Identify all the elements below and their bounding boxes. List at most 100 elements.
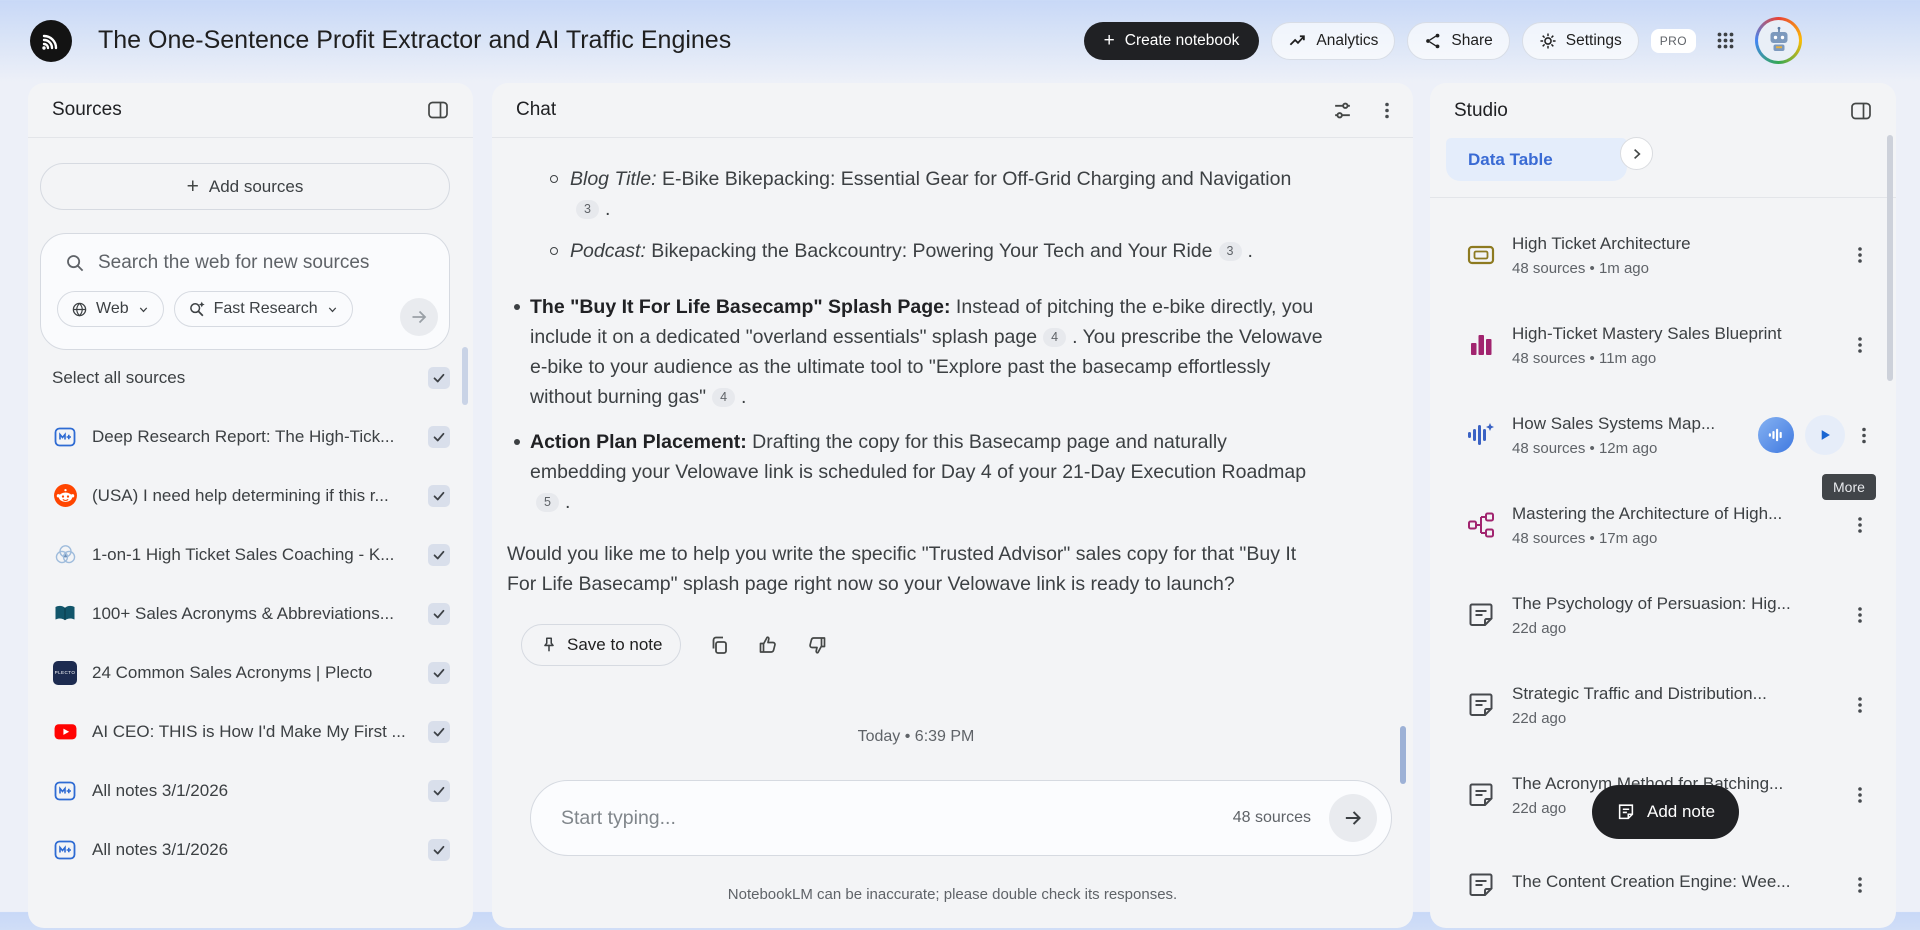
source-checkbox[interactable] [428,662,450,684]
flashcards-icon [1466,240,1496,270]
notebook-title[interactable]: The One-Sentence Profit Extractor and AI… [98,26,731,55]
row-menu-icon[interactable] [1856,423,1872,448]
source-checkbox[interactable] [428,780,450,802]
citation-badge[interactable]: 4 [1043,328,1066,347]
citation-badge[interactable]: 5 [536,493,559,512]
chat-bullet: Action Plan Placement: Drafting the copy… [530,427,1325,517]
note-icon [1466,690,1496,720]
chat-sub-bullet-list: Blog Title: E-Bike Bikepacking: Essentia… [570,164,1325,266]
search-input[interactable]: Search the web for new sources [57,249,437,277]
studio-row-hovered[interactable]: How Sales Systems Map...48 sources • 12m… [1430,390,1896,480]
disclaimer-text: NotebookLM can be inaccurate; please dou… [492,886,1413,903]
artifact-title: The Psychology of Persuasion: Hig... [1512,594,1826,614]
source-checkbox[interactable] [428,721,450,743]
web-filter-chip[interactable]: Web [57,291,164,327]
chat-closing-question: Would you like me to help you write the … [507,539,1325,599]
source-row[interactable]: All notes 3/1/2026 [28,761,473,820]
chat-scrollbar[interactable] [1400,726,1406,784]
notebooklm-note-icon [52,837,78,863]
row-menu-icon[interactable] [1852,333,1868,358]
research-mode-chip[interactable]: Fast Research [174,291,353,327]
add-sources-button[interactable]: + Add sources [40,163,450,210]
plus-icon: + [1104,31,1115,50]
chat-input-placeholder: Start typing... [561,807,1233,830]
interactive-audio-icon[interactable] [1758,417,1794,453]
copy-icon[interactable] [708,634,730,656]
studio-row[interactable]: High Ticket Architecture48 sources • 1m … [1430,210,1896,300]
thumbs-down-icon[interactable] [806,634,828,656]
source-row[interactable]: AI CEO: THIS is How I'd Make My First ..… [28,702,473,761]
source-checkbox[interactable] [428,544,450,566]
thumbs-up-icon[interactable] [757,634,779,656]
chat-bullet-list: The "Buy It For Life Basecamp" Splash Pa… [530,292,1325,517]
row-menu-icon[interactable] [1852,783,1868,808]
row-menu-icon[interactable] [1852,243,1868,268]
studio-row[interactable]: High-Ticket Mastery Sales Blueprint48 so… [1430,300,1896,390]
save-to-note-button[interactable]: Save to note [521,624,681,666]
plus-icon: + [187,175,199,199]
source-checkbox[interactable] [428,603,450,625]
tune-icon[interactable] [1328,96,1357,125]
source-row[interactable]: (USA) I need help determining if this r.… [28,466,473,525]
date-divider: Today • 6:39 PM [507,722,1325,752]
citation-badge[interactable]: 3 [576,200,599,219]
studio-panel: Studio Data Table High Ticket Architectu… [1430,83,1896,928]
row-menu-icon[interactable] [1852,693,1868,718]
source-row[interactable]: PLECTO 24 Common Sales Acronyms | Plecto [28,643,473,702]
chat-message: Blog Title: E-Bike Bikepacking: Essentia… [507,139,1325,752]
source-row[interactable]: 1-on-1 High Ticket Sales Coaching - K... [28,525,473,584]
settings-button[interactable]: Settings [1522,22,1639,60]
audio-waveform-icon [1466,420,1496,450]
share-button[interactable]: Share [1407,22,1509,60]
apps-grid-icon[interactable] [1716,31,1735,50]
notebooklm-logo-icon[interactable] [30,20,72,62]
studio-row[interactable]: The Content Creation Engine: Wee... [1430,840,1896,930]
source-row[interactable]: 100+ Sales Acronyms & Abbreviations... [28,584,473,643]
studio-row[interactable]: The Psychology of Persuasion: Hig...22d … [1430,570,1896,660]
artifact-meta: 22d ago [1512,710,1826,727]
avatar[interactable] [1755,17,1802,64]
artifact-meta: 48 sources • 1m ago [1512,260,1826,277]
source-checkbox[interactable] [428,839,450,861]
add-note-button[interactable]: Add note [1592,785,1739,839]
create-notebook-button[interactable]: + Create notebook [1084,22,1260,60]
studio-scrollbar[interactable] [1887,135,1893,381]
row-menu-icon[interactable] [1852,603,1868,628]
chevron-down-icon [326,303,339,316]
sources-scrollbar[interactable] [462,347,468,405]
citation-badge[interactable]: 3 [1219,242,1242,261]
source-row[interactable]: Deep Research Report: The High-Tick... [28,407,473,466]
chat-input[interactable]: Start typing... 48 sources [530,780,1392,856]
search-icon [65,253,85,273]
row-menu-icon[interactable] [1852,513,1868,538]
plecto-icon: PLECTO [52,660,78,686]
artifact-meta: 48 sources • 17m ago [1512,530,1826,547]
collapse-panel-icon[interactable] [1846,97,1876,125]
robot-avatar-icon [1758,20,1799,61]
play-button[interactable] [1805,415,1845,455]
source-checkbox[interactable] [428,485,450,507]
more-vertical-icon[interactable] [1381,98,1393,123]
chat-panel-header: Chat [492,83,1413,138]
divider [1430,197,1896,198]
citation-badge[interactable]: 4 [712,388,735,407]
data-table-chip[interactable]: Data Table [1446,138,1627,181]
search-submit-button[interactable] [400,298,438,336]
analytics-button[interactable]: Analytics [1271,22,1395,60]
chat-panel-title: Chat [516,99,556,121]
collapse-panel-icon[interactable] [423,96,453,124]
send-button[interactable] [1329,794,1377,842]
gear-icon [1539,32,1557,50]
note-add-icon [1616,802,1636,822]
row-menu-icon[interactable] [1852,873,1868,898]
source-checkbox[interactable] [428,426,450,448]
carousel-next-button[interactable] [1620,137,1653,170]
studio-row[interactable]: Strategic Traffic and Distribution...22d… [1430,660,1896,750]
select-all-checkbox[interactable] [428,367,450,389]
reddit-icon [52,483,78,509]
row-hover-actions [1758,415,1872,455]
chevron-down-icon [137,303,150,316]
source-row[interactable]: All notes 3/1/2026 [28,820,473,879]
search-placeholder: Search the web for new sources [98,252,369,274]
top-bar: The One-Sentence Profit Extractor and AI… [0,0,1920,81]
